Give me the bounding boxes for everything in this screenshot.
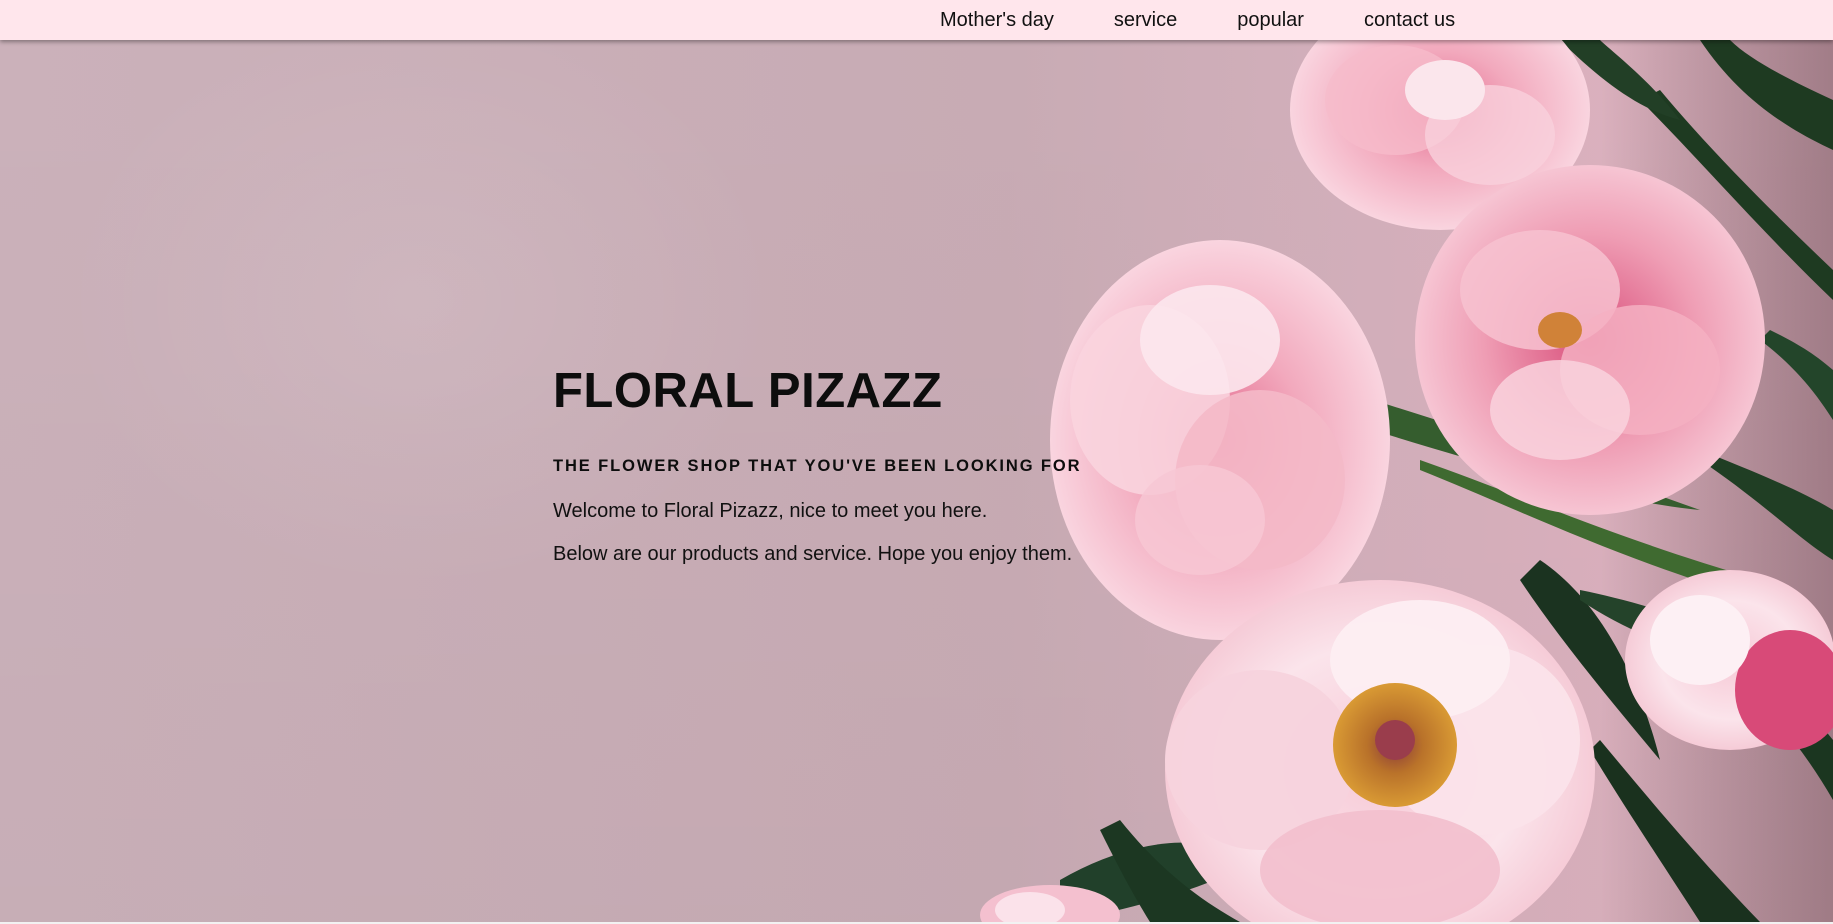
- hero-intro-line-1: Welcome to Floral Pizazz, nice to meet y…: [553, 500, 988, 522]
- peony-right-middle: [1415, 165, 1765, 515]
- main-nav: Mother's day service popular contact us: [940, 0, 1455, 40]
- hero-text-block: FLORAL PIZAZZ THE FLOWER SHOP THAT YOU'V…: [553, 362, 1113, 566]
- hero-tagline: THE FLOWER SHOP THAT YOU'VE BEEN LOOKING…: [553, 457, 1082, 475]
- top-navigation-bar: Mother's day service popular contact us: [0, 0, 1833, 40]
- nav-link-popular[interactable]: popular: [1237, 0, 1304, 40]
- nav-link-contact-us[interactable]: contact us: [1364, 0, 1455, 40]
- hero-intro-line-2: Below are our products and service. Hope…: [553, 543, 1073, 565]
- brand-title: FLORAL PIZAZZ: [553, 364, 943, 418]
- nav-link-mothers-day[interactable]: Mother's day: [940, 0, 1054, 40]
- peony-bud-right: [1625, 570, 1833, 750]
- nav-link-service[interactable]: service: [1114, 0, 1177, 40]
- page: Mother's day service popular contact us: [0, 0, 1833, 924]
- hero-banner: FLORAL PIZAZZ THE FLOWER SHOP THAT YOU'V…: [0, 40, 1833, 922]
